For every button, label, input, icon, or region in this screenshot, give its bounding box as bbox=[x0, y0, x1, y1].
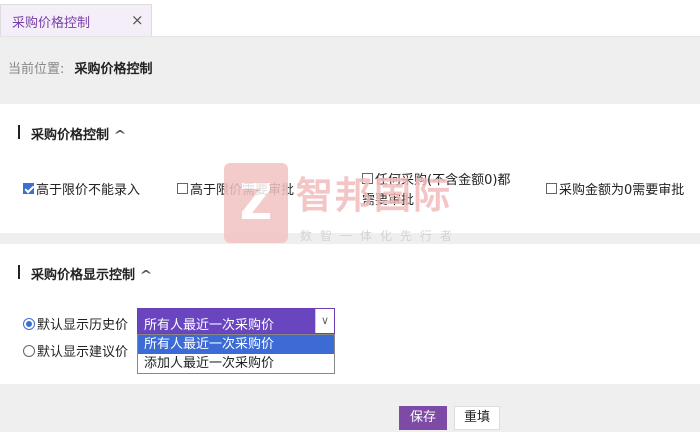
section-title: 采购价格显示控制 bbox=[31, 268, 136, 283]
tab-label: 采购价格控制 bbox=[12, 16, 91, 31]
checkbox-checked-icon[interactable] bbox=[23, 183, 34, 194]
select-value: 所有人最近一次采购价 bbox=[144, 318, 275, 333]
dropdown-option[interactable]: 所有人最近一次采购价 bbox=[138, 335, 334, 354]
option-approval-any-purchase[interactable]: 任何采购(不含金额0)都 bbox=[362, 169, 510, 188]
option-label-continued: 需要审批 bbox=[362, 193, 415, 208]
breadcrumb-label: 当前位置: bbox=[8, 62, 65, 77]
radio-icon[interactable] bbox=[23, 344, 35, 357]
section-marker bbox=[18, 125, 20, 139]
option-label: 采购金额为0需要审批 bbox=[559, 183, 685, 198]
radio-label: 默认显示建议价 bbox=[37, 345, 129, 360]
history-price-select[interactable]: 所有人最近一次采购价 ∨ bbox=[137, 308, 335, 334]
breadcrumb: 当前位置: 采购价格控制 bbox=[8, 58, 153, 77]
radio-selected-icon[interactable] bbox=[23, 317, 35, 330]
section-marker bbox=[18, 265, 20, 279]
radio-suggested-price[interactable]: 默认显示建议价 bbox=[23, 341, 128, 360]
option-label: 高于限价不能录入 bbox=[36, 183, 141, 198]
checkbox-icon[interactable] bbox=[362, 173, 373, 184]
radio-label: 默认显示历史价 bbox=[37, 318, 129, 333]
chevron-up-icon[interactable]: ^ bbox=[114, 128, 127, 142]
chevron-up-icon[interactable]: ^ bbox=[140, 268, 153, 282]
select-dropdown: 所有人最近一次采购价 添加人最近一次采购价 bbox=[137, 334, 335, 374]
option-label: 高于限价需要审批 bbox=[190, 183, 295, 198]
option-approval-zero-amount[interactable]: 采购金额为0需要审批 bbox=[546, 179, 684, 198]
section-header-price-display[interactable]: 采购价格显示控制 ^ bbox=[31, 264, 153, 283]
option-approval-above-limit[interactable]: 高于限价需要审批 bbox=[177, 179, 294, 198]
option-label: 任何采购(不含金额0)都 bbox=[375, 173, 511, 188]
close-icon[interactable]: × bbox=[131, 11, 144, 29]
reset-button[interactable]: 重填 bbox=[454, 406, 500, 430]
dropdown-option[interactable]: 添加人最近一次采购价 bbox=[138, 354, 334, 373]
breadcrumb-current: 采购价格控制 bbox=[74, 62, 153, 77]
checkbox-icon[interactable] bbox=[546, 183, 557, 194]
option-no-entry-above-limit[interactable]: 高于限价不能录入 bbox=[23, 179, 140, 198]
radio-history-price[interactable]: 默认显示历史价 bbox=[23, 314, 128, 333]
chevron-down-icon[interactable]: ∨ bbox=[315, 309, 334, 333]
tab-price-control[interactable]: 采购价格控制 × bbox=[0, 4, 152, 36]
section-header-price-control[interactable]: 采购价格控制 ^ bbox=[31, 124, 127, 143]
section-title: 采购价格控制 bbox=[31, 128, 110, 143]
save-button[interactable]: 保存 bbox=[399, 406, 447, 430]
checkbox-icon[interactable] bbox=[177, 183, 188, 194]
